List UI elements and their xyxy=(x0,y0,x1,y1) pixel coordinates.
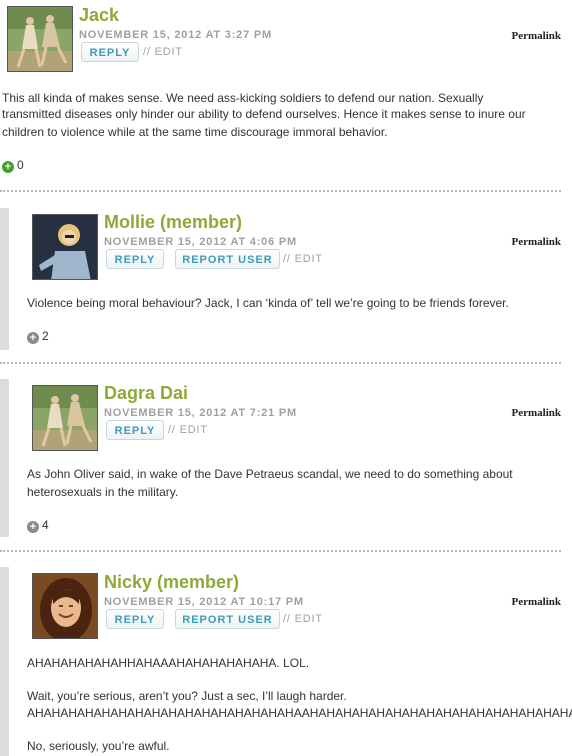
edit-link[interactable]: // EDIT xyxy=(283,613,323,625)
reply-button[interactable]: REPLY xyxy=(106,420,164,440)
vote-control: +4 xyxy=(27,518,49,533)
permalink-link[interactable]: Permalink xyxy=(512,236,562,248)
reply-indent-bar xyxy=(0,567,9,756)
reply-button[interactable]: REPLY xyxy=(106,249,164,269)
vote-count: 0 xyxy=(17,158,24,172)
vote-count: 2 xyxy=(42,329,49,343)
plus-circle-green-icon[interactable]: + xyxy=(2,161,14,173)
edit-link[interactable]: // EDIT xyxy=(168,424,208,436)
report-user-button[interactable]: REPORT USER xyxy=(175,609,280,629)
avatar[interactable] xyxy=(7,6,73,72)
avatar-image xyxy=(33,386,97,450)
edit-link[interactable]: // EDIT xyxy=(283,253,323,265)
reply-button[interactable]: REPLY xyxy=(81,42,139,62)
vote-control: +0 xyxy=(2,158,24,173)
comment-divider xyxy=(0,362,561,364)
comment-body-line: Violence being moral behaviour? Jack, I … xyxy=(27,296,509,310)
avatar-image xyxy=(8,7,72,71)
comment-date[interactable]: NOVEMBER 15, 2012 AT 3:27 PM xyxy=(79,29,272,41)
reply-button[interactable]: REPLY xyxy=(106,609,164,629)
edit-link[interactable]: // EDIT xyxy=(143,46,183,58)
report-user-button[interactable]: REPORT USER xyxy=(175,249,280,269)
avatar[interactable] xyxy=(32,573,98,639)
comment-body-line: children to violence while at the same t… xyxy=(2,125,388,139)
comment-body-line: As John Oliver said, in wake of the Dave… xyxy=(27,467,513,481)
comment-date[interactable]: NOVEMBER 15, 2012 AT 7:21 PM xyxy=(104,407,297,419)
comment-author[interactable]: Dagra Dai xyxy=(104,383,188,404)
comment-author[interactable]: Mollie (member) xyxy=(104,212,242,233)
reply-indent-bar xyxy=(0,208,9,350)
avatar[interactable] xyxy=(32,385,98,451)
comment-body-line: transmitted diseases only hinder our abi… xyxy=(2,107,526,121)
avatar-image xyxy=(33,574,97,638)
avatar[interactable] xyxy=(32,214,98,280)
vote-control: +2 xyxy=(27,329,49,344)
comment-body-line: heterosexuals in the military. xyxy=(27,485,179,499)
comment-date[interactable]: NOVEMBER 15, 2012 AT 10:17 PM xyxy=(104,596,304,608)
permalink-link[interactable]: Permalink xyxy=(512,407,562,419)
permalink-link[interactable]: Permalink xyxy=(512,30,562,42)
plus-circle-gray-icon[interactable]: + xyxy=(27,332,39,344)
comment-divider xyxy=(0,190,561,192)
reply-indent-bar xyxy=(0,379,9,537)
comment-divider xyxy=(0,550,561,552)
comment-body-line: AHAHAHAHAHAHAHAHAHAHAHAHAHAHAHAHAAHAHAHA… xyxy=(27,706,572,720)
comment-author[interactable]: Jack xyxy=(79,5,119,26)
comment-body-line: No, seriously, you’re awful. xyxy=(27,739,170,753)
avatar-image xyxy=(33,215,97,279)
permalink-link[interactable]: Permalink xyxy=(512,596,562,608)
comment-date[interactable]: NOVEMBER 15, 2012 AT 4:06 PM xyxy=(104,236,297,248)
plus-circle-gray-icon[interactable]: + xyxy=(27,521,39,533)
comment-author[interactable]: Nicky (member) xyxy=(104,572,239,593)
comment-body-line: AHAHAHAHAHAHHAHAAAHAHAHAHAHAHA. LOL. xyxy=(27,656,310,670)
vote-count: 4 xyxy=(42,518,49,532)
